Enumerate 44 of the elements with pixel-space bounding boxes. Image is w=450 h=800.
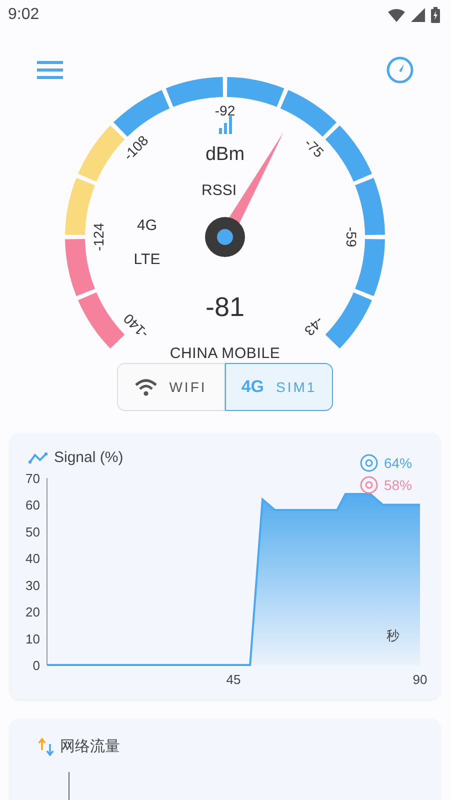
wifi-icon: [135, 378, 158, 396]
network-type-label: 4G: [241, 377, 264, 397]
carrier-name: CHINA MOBILE: [168, 345, 282, 362]
scale-label: -59: [343, 226, 360, 248]
needle-hub: [205, 217, 245, 257]
y-tick-label: 60: [26, 498, 40, 513]
speedometer-icon[interactable]: [386, 56, 414, 84]
line-chart-icon: [28, 452, 48, 464]
scale-label: -124: [90, 222, 107, 252]
unit-label: dBm: [205, 144, 245, 165]
metric-label: RSSI: [202, 182, 236, 199]
signal-reading: -81: [205, 292, 245, 322]
legend-value: 64%: [384, 455, 412, 471]
y-tick-label: 50: [26, 524, 40, 540]
cell-signal-icon: [411, 8, 425, 22]
scale-label: -140: [120, 310, 152, 342]
scale-label: -75: [302, 134, 328, 160]
scale-label: -92: [214, 102, 236, 119]
y-tick-label: 10: [26, 631, 40, 646]
x-axis-label: 秒: [386, 628, 400, 643]
status-time: 9:02: [8, 6, 40, 24]
battery-icon: [431, 7, 440, 23]
y-tick-label: 30: [26, 578, 40, 593]
card-title: 网络流量: [60, 737, 120, 756]
x-tick-label: 90: [412, 672, 428, 687]
y-tick-label: 40: [26, 551, 40, 566]
card-title: Signal (%): [54, 449, 124, 466]
menu-icon[interactable]: [37, 61, 63, 79]
scale-label: -43: [302, 314, 328, 340]
technology-label: LTE: [134, 251, 160, 268]
network-label: 4G: [137, 217, 157, 234]
up-down-arrows-icon: [38, 738, 54, 756]
chart-axis: [68, 772, 70, 800]
legend-value: 58%: [384, 477, 412, 493]
y-tick-label: 0: [32, 658, 40, 673]
scale-label: -108: [120, 132, 152, 164]
signal-bars-icon: [219, 116, 232, 134]
y-tick-label: 70: [26, 471, 40, 486]
tab-label: SIM1: [276, 379, 317, 395]
x-tick-label: 45: [226, 672, 241, 687]
tab-label: WIFI: [169, 379, 207, 395]
wifi-icon: [388, 8, 405, 22]
network-tab[interactable]: WIFI: [117, 363, 225, 411]
y-tick-label: 20: [26, 604, 40, 620]
